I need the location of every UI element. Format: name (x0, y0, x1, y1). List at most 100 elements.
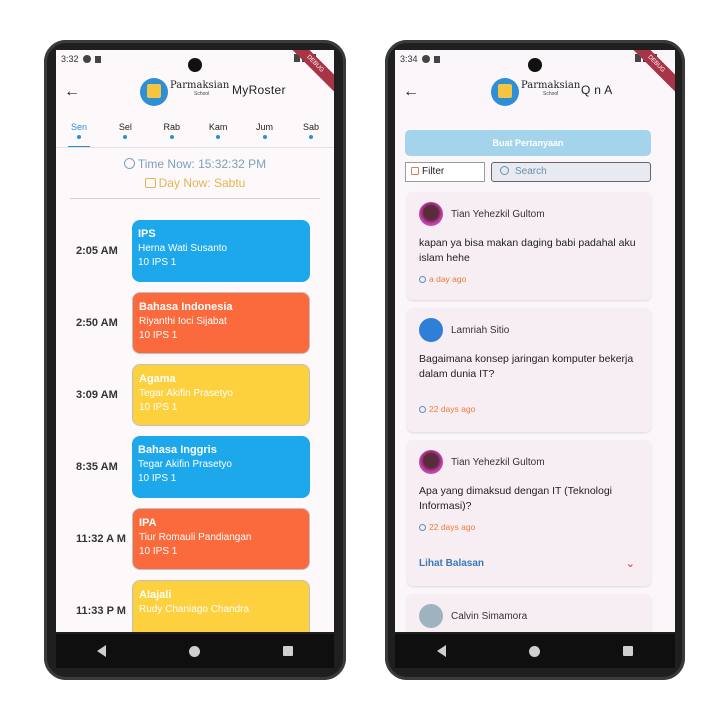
filter-dropdown[interactable]: Filter (405, 162, 485, 182)
back-arrow-icon[interactable]: ← (64, 83, 80, 101)
status-time: 3:34 (400, 54, 418, 64)
clock-icon (419, 406, 426, 413)
tab-dot (77, 135, 81, 139)
user-name: Calvin Simamora (451, 610, 528, 622)
question-card[interactable]: Lamriah Sitio Bagaimana konsep jaringan … (407, 308, 651, 432)
android-nav-bar (395, 634, 675, 668)
right-phone-frame: 3:34 DEBUG ← Parmaksian School Q n A Bua… (385, 40, 685, 680)
clock-icon (419, 276, 426, 283)
tab-label: Sen (70, 122, 87, 132)
brand-name: Parmaksian (170, 80, 230, 91)
subject-name: Agama (139, 373, 176, 385)
filter-label: Filter (422, 166, 445, 177)
question-text: kapan ya bisa makan daging babi padahal … (419, 237, 636, 264)
schedule-row: 8:35 AM Bahasa Inggris Tegar Akifin Pras… (56, 436, 334, 500)
question-card[interactable]: Calvin Simamora (407, 594, 651, 632)
header-divider (70, 198, 320, 199)
brand-name: Parmaksian (521, 80, 581, 91)
schedule-card[interactable]: IPS Herna Wati Susanto 10 IPS 1 (132, 220, 310, 282)
schedule-card[interactable]: Bahasa Inggris Tegar Akifin Prasetyo 10 … (132, 436, 310, 498)
day-now-text: Day Now: Sabtu (158, 176, 246, 190)
question-header: Calvin Simamora (419, 604, 639, 628)
teacher-name: Tiur Romauli Pandiangan (139, 532, 252, 543)
search-icon (500, 166, 509, 175)
school-logo (491, 78, 519, 106)
search-input[interactable]: Search (491, 162, 651, 182)
teacher-name: Herna Wati Susanto (138, 243, 228, 254)
avatar (419, 318, 443, 342)
day-tabs: Sen Sel Rab Kam Jum Sab (56, 122, 334, 148)
question-text: Apa yang dimaksud dengan IT (Teknologi I… (419, 485, 613, 512)
status-notification-icon (82, 55, 91, 63)
schedule-card[interactable]: Bahasa Indonesia Riyanthi Ioci Sijabat 1… (132, 292, 310, 354)
nav-home-icon[interactable] (528, 645, 540, 657)
search-placeholder: Search (515, 166, 547, 177)
tab-label: Rab (163, 122, 181, 132)
question-text: Bagaimana konsep jaringan komputer beker… (419, 353, 634, 380)
tab-day-sel[interactable]: Sel (108, 122, 142, 146)
question-card[interactable]: Tian Yehezkil Gultom Apa yang dimaksud d… (407, 440, 651, 586)
tabs-divider (56, 147, 334, 148)
subject-name: Alajali (139, 589, 172, 601)
tab-dot (216, 135, 221, 139)
schedule-time: 11:33 P M (76, 605, 126, 617)
question-card[interactable]: Tian Yehezkil Gultom kapan ya bisa makan… (407, 192, 651, 300)
schedule-row: 2:05 AM IPS Herna Wati Susanto 10 IPS 1 (56, 220, 334, 284)
nav-back-icon[interactable] (436, 645, 446, 657)
tab-day-sen[interactable]: Sen (62, 122, 96, 148)
time-text: 22 days ago (429, 522, 476, 532)
class-name: 10 IPS 1 (139, 330, 178, 341)
schedule-card[interactable]: IPA Tiur Romauli Pandiangan 10 IPS 1 (132, 508, 310, 570)
qna-screen: 3:34 DEBUG ← Parmaksian School Q n A Bua… (395, 50, 675, 632)
create-question-button[interactable]: Buat Pertanyaan (405, 130, 651, 156)
class-name: 10 IPS 1 (139, 402, 178, 413)
left-phone-frame: 3:32 DEBUG ← Parmaksian School MyRoster … (44, 40, 346, 680)
schedule-time: 11:32 A M (76, 533, 126, 545)
nav-home-icon[interactable] (188, 645, 200, 657)
schedule-row: 11:32 A M IPA Tiur Romauli Pandiangan 10… (56, 508, 334, 572)
class-name: 10 IPS 1 (138, 257, 177, 268)
android-nav-bar (56, 634, 334, 668)
schedule-time: 3:09 AM (76, 389, 118, 401)
tab-day-sab[interactable]: Sab (294, 122, 328, 146)
question-header: Tian Yehezkil Gultom (419, 202, 639, 226)
status-time: 3:32 (61, 54, 79, 64)
schedule-card[interactable]: Alajali Rudy Chaniago Chandra (132, 580, 310, 632)
avatar (419, 202, 443, 226)
avatar (419, 604, 443, 628)
see-replies-button[interactable]: Lihat Balasan ⌄ (419, 558, 639, 570)
nav-recents-icon[interactable] (623, 646, 634, 656)
time-now-label: Time Now: 15:32:32 PM (56, 157, 334, 171)
status-sim-icon (94, 55, 101, 63)
brand-sub: School (543, 91, 559, 97)
tab-day-rab[interactable]: Rab (155, 122, 189, 146)
user-name: Tian Yehezkil Gultom (451, 208, 545, 220)
nav-recents-icon[interactable] (282, 646, 293, 656)
tab-dot (308, 135, 313, 139)
question-time: 22 days ago (419, 404, 639, 414)
tab-dot (123, 135, 128, 139)
clock-icon (123, 158, 135, 169)
nav-back-icon[interactable] (97, 645, 107, 657)
tab-dot (262, 135, 267, 139)
day-now-label: Day Now: Sabtu (56, 176, 334, 190)
back-arrow-icon[interactable]: ← (403, 83, 419, 101)
tab-day-jum[interactable]: Jum (248, 122, 282, 146)
brand-sub: School (194, 91, 210, 97)
teacher-name: Rudy Chaniago Chandra (139, 604, 250, 615)
tab-dot (169, 135, 174, 139)
schedule-time: 2:05 AM (76, 245, 118, 257)
question-time: a day ago (419, 274, 639, 284)
avatar (419, 450, 443, 474)
question-header: Lamriah Sitio (419, 318, 639, 342)
chevron-down-icon: ⌄ (625, 558, 635, 570)
schedule-time: 2:50 AM (76, 317, 118, 329)
app-bar: ← Parmaksian School Q n A (395, 70, 675, 114)
see-replies-label: Lihat Balasan (419, 558, 485, 569)
tab-label: Sab (302, 122, 319, 132)
tab-day-kam[interactable]: Kam (201, 122, 235, 146)
user-name: Tian Yehezkil Gultom (451, 456, 545, 468)
subject-name: IPA (139, 517, 157, 529)
schedule-card[interactable]: Agama Tegar Akifin Prasetyo 10 IPS 1 (132, 364, 310, 426)
class-name: 10 IPS 1 (138, 473, 177, 484)
